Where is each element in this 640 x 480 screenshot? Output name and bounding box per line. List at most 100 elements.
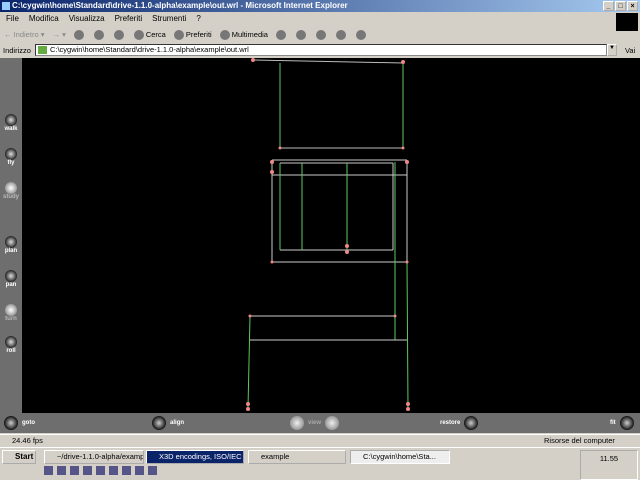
search-button[interactable]: Cerca	[133, 27, 166, 43]
address-input[interactable]: C:\cygwin\home\Standard\drive-1.1.0-alph…	[34, 44, 607, 56]
prev-view-icon	[290, 416, 304, 430]
walk-button[interactable]: walk	[0, 114, 22, 132]
search-label: Cerca	[145, 30, 166, 39]
close-button[interactable]: ×	[627, 1, 638, 11]
pan-button[interactable]: pan	[0, 270, 22, 288]
forward-button[interactable]: → ▾	[52, 27, 65, 43]
refresh-icon[interactable]	[93, 30, 104, 40]
vrml-3d-viewport[interactable]	[22, 58, 640, 413]
walk-icon	[5, 114, 17, 126]
roll-label: roll	[6, 348, 16, 354]
turn-icon	[5, 304, 17, 316]
quicklaunch-icon[interactable]	[96, 466, 105, 475]
vertex-markers	[246, 58, 410, 411]
pan-icon	[5, 270, 17, 282]
study-icon	[5, 182, 17, 194]
study-label: study	[2, 194, 19, 200]
quicklaunch-icon[interactable]	[122, 466, 131, 475]
favorites-icon	[173, 30, 184, 41]
maximize-button[interactable]: □	[615, 1, 626, 11]
back-button[interactable]: ← Indietro ▾	[4, 27, 44, 43]
taskbar: Start ~/drive-1.1.0-alpha/example X3D en…	[0, 447, 640, 480]
navigation-panel: walk fly study plan pan turn roll	[0, 58, 22, 413]
home-icon[interactable]	[113, 30, 124, 40]
status-bar: 24.46 fps Risorse del computer	[0, 434, 640, 446]
search-icon	[133, 30, 144, 41]
fps-status: 24.46 fps	[12, 436, 43, 445]
menu-visualizza[interactable]: Visualizza	[69, 12, 105, 26]
menu-preferiti[interactable]: Preferiti	[115, 12, 143, 26]
fit-icon	[619, 416, 634, 430]
quicklaunch-icon[interactable]	[83, 466, 92, 475]
align-button[interactable]: align	[152, 416, 184, 430]
menu-strumenti[interactable]: Strumenti	[152, 12, 186, 26]
discuss-icon[interactable]	[355, 30, 366, 40]
go-button[interactable]: Vai	[625, 46, 635, 55]
menu-file[interactable]: File	[6, 12, 19, 26]
align-label: align	[170, 420, 185, 426]
print-icon[interactable]	[315, 30, 326, 40]
quicklaunch-icon[interactable]	[57, 466, 66, 475]
quick-launch	[44, 466, 157, 475]
title-bar: C:\cygwin\home\Standard\drive-1.1.0-alph…	[0, 0, 640, 12]
menu-bar: File Modifica Visualizza Preferiti Strum…	[0, 12, 640, 26]
favorites-label: Preferiti	[185, 30, 212, 39]
restore-button[interactable]: restore	[440, 416, 479, 430]
ie-icon	[2, 2, 10, 10]
goto-icon	[4, 416, 18, 430]
roll-button[interactable]: roll	[0, 336, 22, 354]
task-x3d-encodings[interactable]: X3D encodings, ISO/IEC ...	[146, 450, 244, 464]
next-view-icon	[325, 416, 340, 430]
task-ie-window[interactable]: C:\cygwin\home\Sta...	[350, 450, 450, 464]
quicklaunch-icon[interactable]	[44, 466, 53, 475]
back-label: Indietro	[13, 30, 39, 39]
address-dropdown[interactable]: ▼	[606, 44, 617, 56]
window-title: C:\cygwin\home\Standard\drive-1.1.0-alph…	[12, 1, 348, 10]
clock[interactable]: 11.55	[600, 454, 618, 463]
wireframe-scene	[246, 58, 410, 411]
media-icon	[219, 30, 230, 41]
mail-icon[interactable]	[295, 30, 306, 40]
plan-icon	[5, 236, 17, 248]
stop-icon[interactable]	[73, 30, 84, 40]
restore-label: restore	[440, 420, 461, 426]
fly-label: fly	[7, 160, 15, 166]
quicklaunch-icon[interactable]	[148, 466, 157, 475]
menu-help[interactable]: ?	[196, 12, 200, 26]
media-button[interactable]: Multimedia	[219, 27, 268, 43]
goto-button[interactable]: goto	[4, 416, 35, 430]
fly-icon	[5, 148, 17, 160]
media-label: Multimedia	[231, 30, 268, 39]
menu-modifica[interactable]: Modifica	[29, 12, 59, 26]
quicklaunch-icon[interactable]	[70, 466, 79, 475]
study-button[interactable]: study	[0, 182, 22, 200]
fly-button[interactable]: fly	[0, 148, 22, 166]
system-tray: 11.55	[580, 450, 638, 480]
history-icon[interactable]	[275, 30, 286, 40]
turn-button[interactable]: turn	[0, 304, 22, 322]
edit-icon[interactable]	[335, 30, 346, 40]
windows-logo	[616, 13, 638, 31]
walk-label: walk	[4, 126, 18, 132]
zone-status: Risorse del computer	[544, 436, 615, 445]
plan-button[interactable]: plan	[0, 236, 22, 254]
minimize-button[interactable]: _	[603, 1, 614, 11]
pan-label: pan	[5, 282, 17, 288]
quicklaunch-icon[interactable]	[135, 466, 144, 475]
wireframe-lines	[247, 59, 409, 409]
roll-icon	[5, 336, 17, 348]
fit-button[interactable]: fit	[610, 416, 634, 430]
toolbar: ← Indietro ▾ → ▾ Cerca Preferiti Multime…	[0, 27, 616, 43]
view-button[interactable]: view	[290, 416, 340, 430]
favorites-button[interactable]: Preferiti	[173, 27, 212, 43]
task-example-folder[interactable]: example	[248, 450, 346, 464]
task-terminal[interactable]: ~/drive-1.1.0-alpha/example	[44, 450, 144, 464]
quicklaunch-icon[interactable]	[109, 466, 118, 475]
fit-label: fit	[610, 420, 616, 426]
start-button[interactable]: Start	[2, 450, 36, 464]
turn-label: turn	[5, 316, 17, 322]
restore-icon	[464, 416, 479, 430]
view-label: view	[308, 420, 322, 426]
viewpoint-bar: goto align view restore fit	[0, 413, 640, 433]
address-label: Indirizzo	[3, 45, 31, 55]
